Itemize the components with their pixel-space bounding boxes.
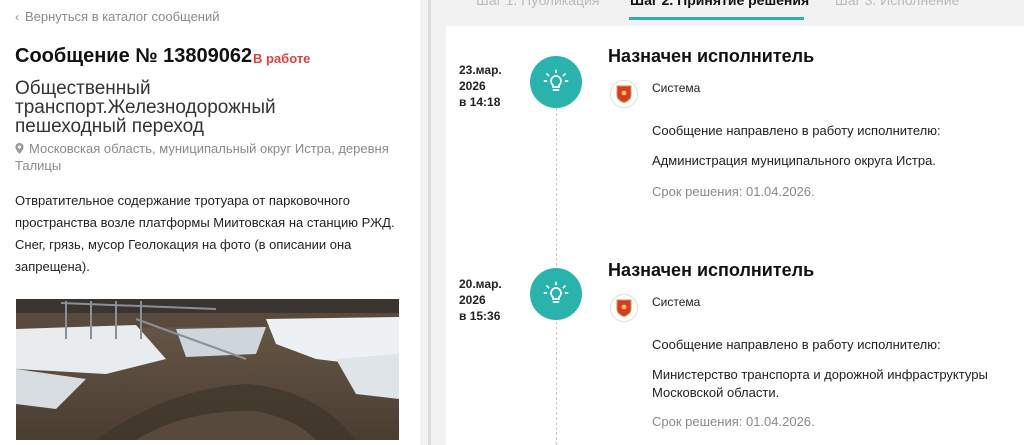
step-tabs: Шаг 1. Публикация Шаг 2. Принятие решени… [431,0,1024,24]
event-date-time: в 14:18 [459,95,501,109]
event-date-day: 23.мар. [459,63,502,77]
tab-step-1[interactable]: Шаг 1. Публикация [476,0,599,8]
event-date-year: 2026 [459,79,486,93]
event-date-day: 20.мар. [459,277,502,291]
event-assignee: Администрация муниципального округа Истр… [652,153,936,168]
event-author: Система [652,295,701,309]
message-panel: ‹ Вернуться в каталог сообщений Сообщени… [0,0,420,445]
back-to-catalog-link[interactable]: ‹ Вернуться в каталог сообщений [15,9,220,24]
tab-step-3[interactable]: Шаг 3. Исполнение [835,0,959,8]
event-deadline: Срок решения: 01.04.2026. [652,184,815,199]
panel-divider [428,0,431,445]
tab-step-2[interactable]: Шаг 2. Принятие решения [630,0,809,8]
event-deadline: Срок решения: 01.04.2026. [652,414,815,429]
location-text: Московская область, муниципальный округ … [15,141,389,173]
timeline-connector [556,108,557,266]
message-title: Сообщение № 13809062 [15,45,253,67]
active-tab-indicator [629,17,804,20]
status-badge: В работе [253,51,311,66]
event-assignee: Министерство транспорта и дорожной инфра… [652,367,988,400]
event-author: Система [652,81,701,95]
timeline-connector [556,322,557,445]
message-description: Отвратительное содержание тротуара от па… [15,193,395,274]
moscow-region-emblem-icon [610,80,638,108]
message-category: Общественный транспорт.Железнодорожный п… [15,78,276,137]
event-date: 23.мар. 2026 в 14:18 [459,62,529,110]
timeline-card: 23.мар. 2026 в 14:18 Назначен исполнител… [446,26,1024,445]
event-date-year: 2026 [459,293,486,307]
event-date: 20.мар. 2026 в 15:36 [459,276,529,324]
lightbulb-icon [530,56,582,108]
event-text: Сообщение направлено в работу исполнител… [652,123,941,138]
message-photo[interactable] [16,299,399,440]
moscow-region-emblem-icon [610,294,638,322]
back-link-label: Вернуться в каталог сообщений [25,9,220,24]
photo-snowy-path-image [16,299,399,440]
lightbulb-icon [530,268,582,320]
message-location: Московская область, муниципальный округ … [15,140,395,174]
map-pin-icon [15,143,24,154]
event-date-time: в 15:36 [459,309,501,323]
event-text: Сообщение направлено в работу исполнител… [652,337,941,352]
event-title: Назначен исполнитель [608,260,815,280]
event-title: Назначен исполнитель [608,46,815,66]
chevron-left-icon: ‹ [15,9,19,24]
